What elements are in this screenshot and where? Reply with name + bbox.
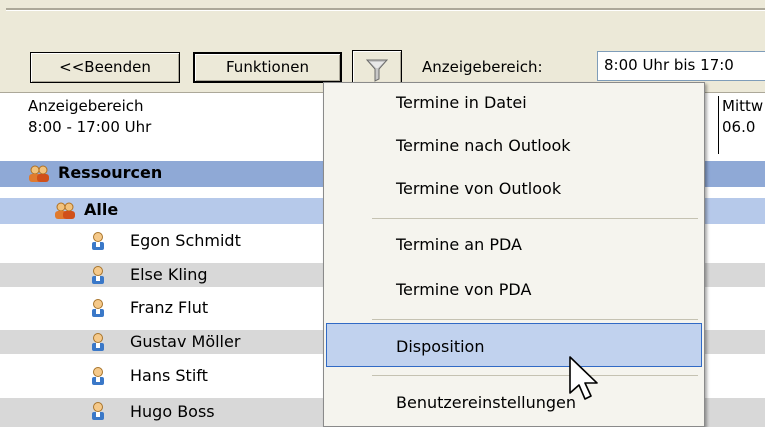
person-name: Hans Stift (130, 366, 208, 385)
person-icon (92, 299, 104, 317)
person-name: Egon Schmidt (130, 231, 241, 250)
menu-item-user-settings[interactable]: Benutzereinstellungen (396, 393, 576, 412)
display-range-label: Anzeigebereich: (422, 58, 543, 76)
header-day-date: 06.0 (722, 118, 756, 136)
toolbar-border-highlight (6, 10, 765, 11)
tree-label-resources: Ressourcen (58, 163, 163, 182)
header-day-name: Mittw (722, 97, 764, 115)
person-name: Hugo Boss (130, 402, 215, 421)
menu-item-appointments-from-outlook[interactable]: Termine von Outlook (396, 179, 561, 198)
menu-item-appointments-from-pda[interactable]: Termine von PDA (396, 280, 531, 299)
menu-separator (372, 375, 698, 376)
person-icon (92, 333, 104, 351)
tree-label-all: Alle (84, 200, 119, 219)
menu-separator (372, 319, 698, 320)
person-icon (92, 367, 104, 385)
mouse-cursor-icon (569, 356, 598, 400)
header-area-value: 8:00 - 17:00 Uhr (28, 118, 152, 136)
person-icon (92, 232, 104, 250)
person-icon (92, 402, 104, 420)
functions-menu: Termine in Datei Termine nach Outlook Te… (323, 82, 705, 427)
group-icon (29, 165, 49, 182)
header-area-title: Anzeigebereich (28, 97, 144, 115)
header-area: Anzeigebereich 8:00 - 17:00 Uhr (28, 96, 151, 138)
menu-separator (372, 218, 698, 219)
person-icon (92, 266, 104, 284)
person-name: Gustav Möller (130, 332, 241, 351)
person-name: Franz Flut (130, 298, 209, 317)
menu-item-highlight (326, 323, 702, 367)
menu-item-appointments-to-outlook[interactable]: Termine nach Outlook (396, 136, 571, 155)
menu-item-disposition[interactable]: Disposition (396, 337, 484, 356)
display-range-select[interactable]: 8:00 Uhr bis 17:0 (597, 51, 765, 81)
filter-icon (365, 59, 389, 82)
exit-button[interactable]: <<Beenden (30, 52, 180, 83)
header-day-column[interactable]: Mittw 06.0 (718, 96, 763, 154)
menu-item-appointments-to-file[interactable]: Termine in Datei (396, 93, 527, 112)
person-name: Else Kling (130, 265, 208, 284)
functions-button[interactable]: Funktionen (193, 52, 342, 83)
menu-item-appointments-to-pda[interactable]: Termine an PDA (396, 235, 522, 254)
group-icon (55, 202, 75, 219)
